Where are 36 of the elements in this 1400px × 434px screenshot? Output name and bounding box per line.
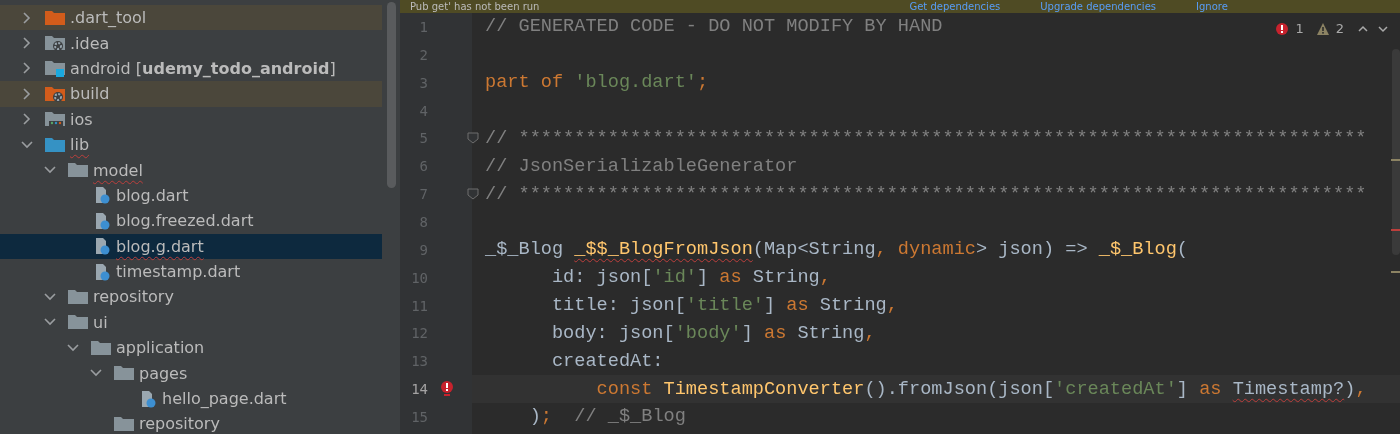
tree-row[interactable]: .idea [0,30,382,56]
tree-row[interactable]: ios [0,106,382,132]
code-line: part of 'blog.dart'; [485,72,709,94]
error-count: 1 [1295,21,1304,36]
code-line: // GENERATED CODE - DO NOT MODIFY BY HAND [485,16,943,38]
tree-row[interactable]: model [0,157,382,183]
tree-row[interactable]: ui [0,309,382,336]
tree-row[interactable]: pages [0,360,382,386]
tree-row[interactable]: build [0,81,382,107]
code-line: // **************************************************************************** [485,183,1367,205]
tree-row[interactable]: blog.g.dart [0,233,382,259]
code-line: // JsonSerializableGenerator [485,155,798,177]
warning-count: 2 [1335,21,1344,36]
code-line: const TimestampConverter().fromJson(json['createdAt'] as Timestamp?), [595,378,1367,400]
code-line: title: json['title'] as String, [550,295,898,316]
tree-row[interactable]: hello_page.dart [0,385,382,412]
code-line: createdAt: [550,350,664,372]
line-number: 14 [410,381,428,398]
tree-row[interactable]: lib [0,131,382,158]
tree-row[interactable]: repository [0,411,382,434]
banner-message: Pub get' has not been run [410,0,540,13]
banner-link[interactable]: Upgrade dependencies [1040,0,1156,13]
tree-row[interactable]: timestamp.dart [0,258,382,285]
tree-row[interactable]: blog.freezed.dart [0,208,382,234]
code-line: body: json['body'] as String, [550,322,876,344]
banner-link[interactable]: Ignore [1196,0,1228,13]
tree-row[interactable]: repository [0,284,382,310]
banner-link[interactable]: Get dependencies [909,0,1001,13]
code-line: _$_Blog _$$_BlogFromJson(Map<String, dynamic> json) => _$_Blog( [485,239,1188,261]
tree-row[interactable]: blog.dart [0,182,382,209]
tree-row[interactable]: android [udemy_todo_android] [0,55,382,82]
tree-row[interactable]: .dart_tool [0,5,382,31]
code-line: ); // _$_Blog [528,406,686,428]
code-line: id: json['id'] as String, [550,267,831,289]
code-line: // **************************************************************************** [485,127,1367,149]
tree-row[interactable]: application [0,335,382,361]
